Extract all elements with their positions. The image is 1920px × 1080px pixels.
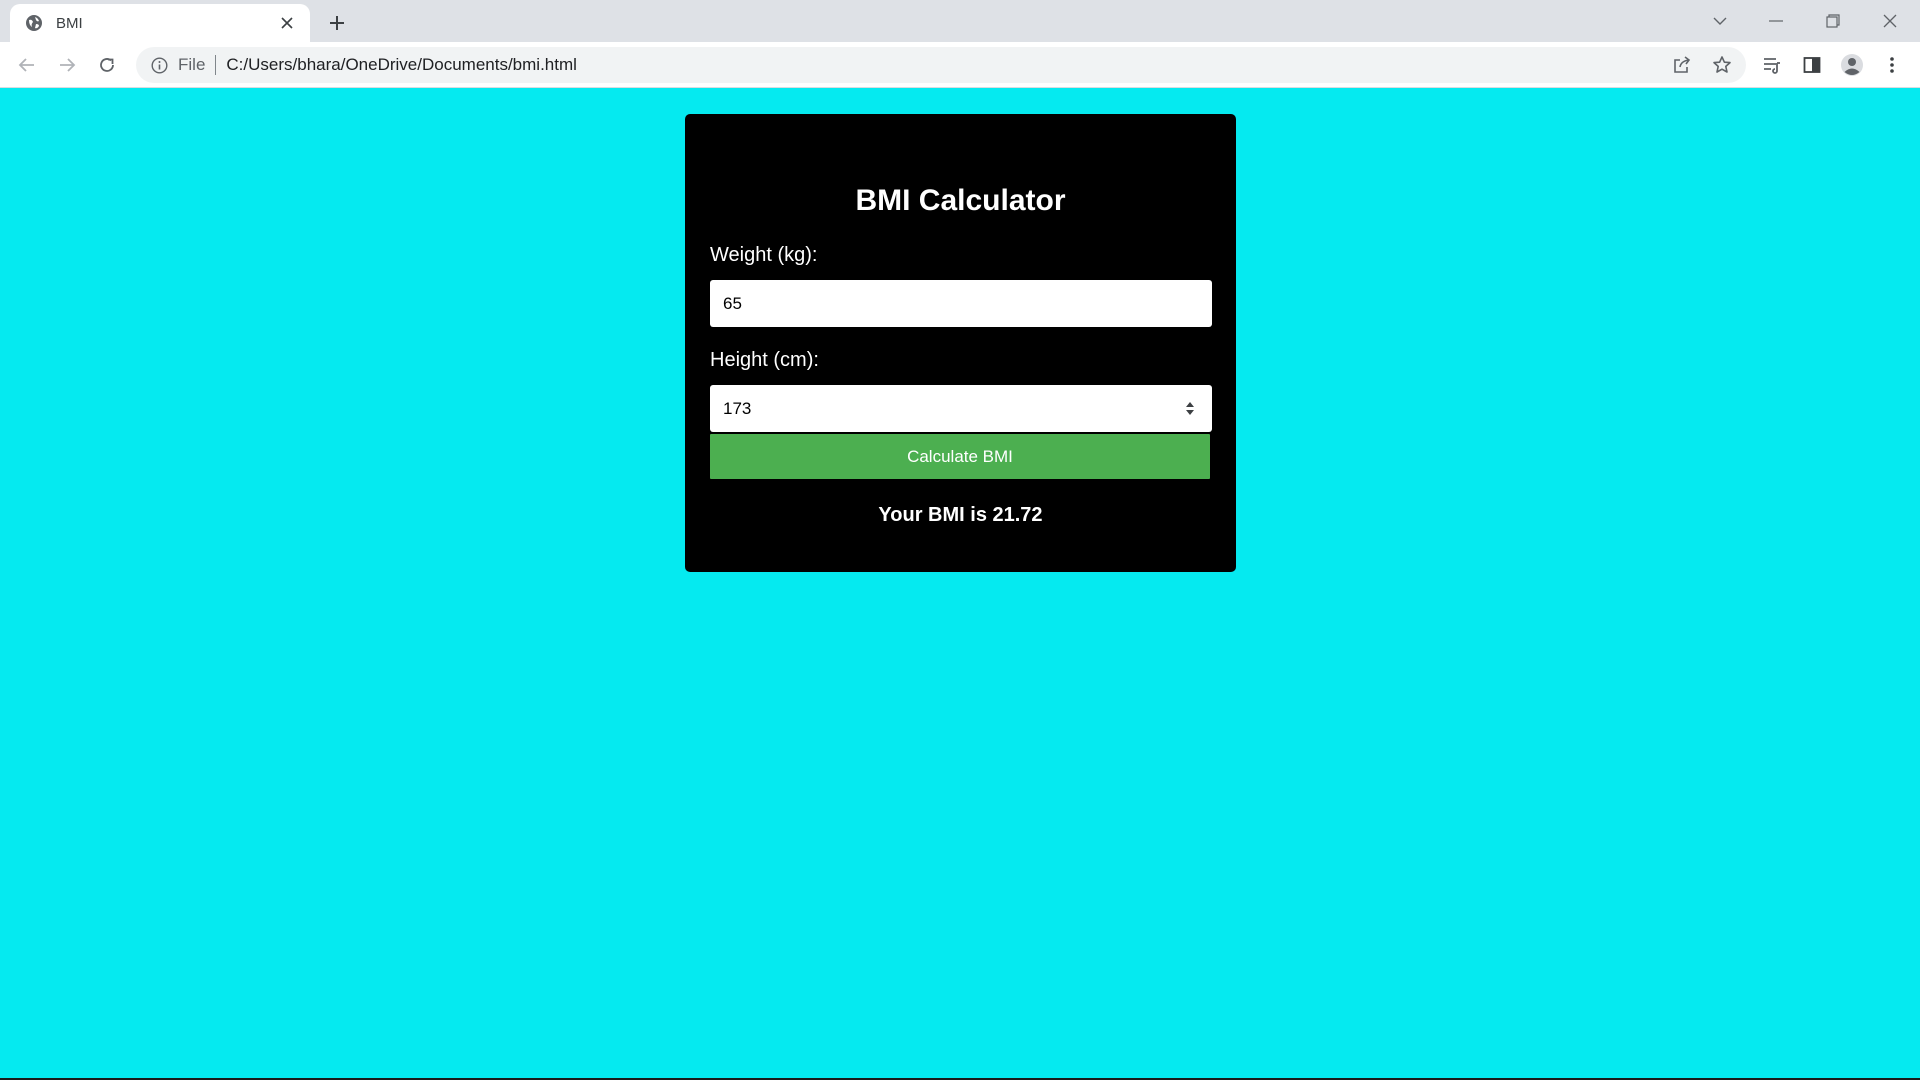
spinner-icon[interactable] (1184, 399, 1196, 418)
globe-icon (24, 13, 44, 33)
weight-label: Weight (kg): (710, 244, 818, 266)
page-title: BMI Calculator (855, 184, 1066, 217)
tab-strip: BMI (0, 0, 1920, 42)
close-icon[interactable] (276, 12, 298, 34)
reload-icon[interactable] (91, 49, 123, 81)
browser-tab[interactable]: BMI (10, 4, 310, 42)
plus-icon[interactable] (322, 8, 352, 38)
restore-icon[interactable] (1813, 4, 1853, 38)
star-icon[interactable] (1706, 49, 1738, 81)
window-close-icon[interactable] (1870, 4, 1910, 38)
minimize-icon[interactable] (1756, 4, 1796, 38)
browser-toolbar: File C:/Users/bhara/OneDrive/Documents/b… (0, 42, 1920, 88)
bmi-result: Your BMI is 21.72 (878, 504, 1043, 526)
profile-icon[interactable] (1836, 49, 1868, 81)
address-scheme: File (178, 55, 206, 74)
reading-list-icon[interactable] (1756, 49, 1788, 81)
address-bar[interactable]: File C:/Users/bhara/OneDrive/Documents/b… (136, 47, 1746, 83)
bmi-card: BMI Calculator Weight (kg): 65 Height (c… (685, 114, 1236, 572)
height-input[interactable]: 173 (710, 385, 1212, 432)
tab-search-icon[interactable] (1700, 4, 1740, 38)
back-icon[interactable] (11, 49, 43, 81)
address-url[interactable]: C:/Users/bhara/OneDrive/Documents/bmi.ht… (226, 55, 577, 75)
forward-icon[interactable] (51, 49, 83, 81)
weight-input[interactable]: 65 (710, 280, 1212, 327)
calculate-bmi-button[interactable]: Calculate BMI (710, 434, 1210, 479)
page-content: BMI Calculator Weight (kg): 65 Height (c… (0, 89, 1920, 1079)
share-icon[interactable] (1666, 49, 1698, 81)
address-separator (215, 55, 217, 75)
side-panel-icon[interactable] (1796, 49, 1828, 81)
height-label: Height (cm): (710, 349, 819, 371)
tab-title: BMI (56, 14, 83, 32)
height-input-value: 173 (723, 398, 752, 418)
more-icon[interactable] (1876, 49, 1908, 81)
info-icon[interactable] (150, 56, 168, 74)
weight-input-value: 65 (723, 293, 742, 313)
